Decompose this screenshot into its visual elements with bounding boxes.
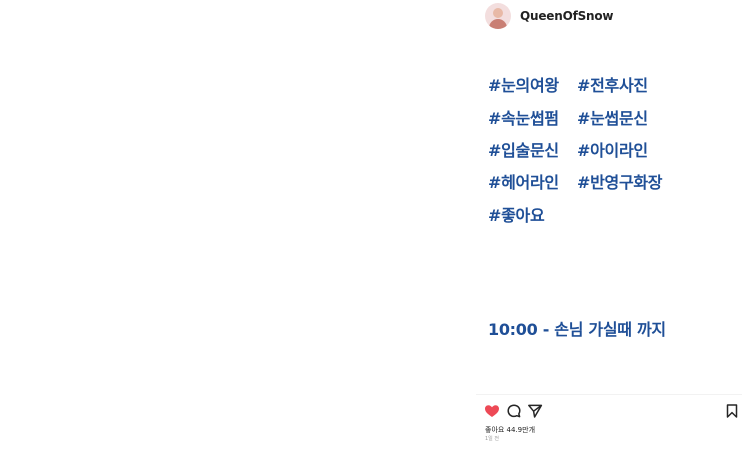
- page: QueenOfSnow #눈의여왕 #전후사진 #속눈썹펌 #눈썹문신 #입술문…: [0, 0, 742, 471]
- avatar-head: [493, 8, 503, 18]
- hashtag-semi-permanent-makeup[interactable]: #반영구화장: [577, 169, 663, 193]
- bookmark-icon[interactable]: [724, 403, 740, 419]
- hashtag-eyelash-perm[interactable]: #속눈썹펌: [488, 105, 559, 129]
- avatar[interactable]: [485, 3, 511, 29]
- send-icon[interactable]: [527, 403, 543, 419]
- post-card: QueenOfSnow #눈의여왕 #전후사진 #속눈썹펌 #눈썹문신 #입술문…: [476, 0, 742, 471]
- avatar-body: [489, 19, 507, 29]
- comment-icon[interactable]: [506, 403, 522, 419]
- hashtag-before-after[interactable]: #전후사진: [577, 72, 648, 96]
- business-hours: 10:00 - 손님 가실때 까지: [488, 320, 666, 339]
- hashtag-eyeliner[interactable]: #아이라인: [577, 137, 648, 161]
- hashtag-snow-queen[interactable]: #눈의여왕: [488, 72, 559, 96]
- hashtag-hairline[interactable]: #헤어라인: [488, 169, 559, 193]
- post-time: 1일 전: [485, 436, 499, 442]
- hashtag-lip-tattoo[interactable]: #입술문신: [488, 137, 559, 161]
- likes-count[interactable]: 좋아요 44.9만개: [485, 425, 535, 435]
- heart-icon[interactable]: [484, 403, 500, 419]
- post-actions: 좋아요 44.9만개 1일 전: [476, 394, 742, 471]
- hashtag-like[interactable]: #좋아요: [488, 202, 545, 226]
- post-content: #눈의여왕 #전후사진 #속눈썹펌 #눈썹문신 #입술문신 #아이라인 #헤어라…: [476, 32, 742, 394]
- post-header: QueenOfSnow: [476, 0, 742, 33]
- hashtag-eyebrow-tattoo[interactable]: #눈썹문신: [577, 105, 648, 129]
- username[interactable]: QueenOfSnow: [520, 9, 614, 23]
